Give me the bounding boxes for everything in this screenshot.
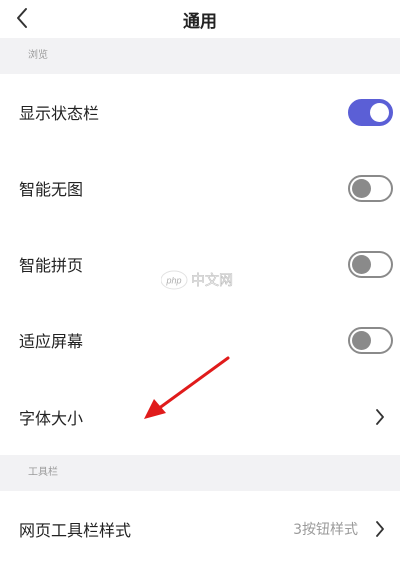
section-header-toolbar: 工具栏 <box>0 455 400 491</box>
annotation-arrow <box>144 356 230 419</box>
toggle-knob <box>352 330 371 350</box>
setting-row-smart-no-image[interactable]: 智能无图 <box>0 150 400 226</box>
toggle-knob <box>352 178 371 198</box>
smart-page-join-toggle[interactable] <box>348 250 393 278</box>
section-header-label: 浏览 <box>28 50 48 61</box>
svg-text:中文网: 中文网 <box>191 273 233 289</box>
php-cn-watermark: php 中文网 <box>160 268 243 292</box>
section-header-label: 工具栏 <box>28 467 58 478</box>
svg-text:php: php <box>165 276 181 286</box>
chevron-right-icon <box>374 519 386 539</box>
setting-label: 显示状态栏 <box>19 104 100 123</box>
setting-row-toolbar-style[interactable]: 网页工具栏样式 3按钮样式 <box>0 491 400 567</box>
setting-label: 智能无图 <box>19 180 84 199</box>
toggle-knob <box>352 254 371 274</box>
setting-label: 网页工具栏样式 <box>19 521 132 540</box>
setting-label: 智能拼页 <box>19 256 84 275</box>
fit-screen-toggle[interactable] <box>348 326 393 354</box>
setting-label: 适应屏幕 <box>19 332 84 351</box>
setting-row-status-bar[interactable]: 显示状态栏 <box>0 74 400 150</box>
page-title: 通用 <box>183 12 217 32</box>
smart-no-image-toggle[interactable] <box>348 174 393 202</box>
toolbar-style-value: 3按钮样式 <box>293 522 358 538</box>
top-nav-bar: 通用 <box>0 0 400 38</box>
setting-label: 字体大小 <box>19 409 84 428</box>
section-header-browse: 浏览 <box>0 38 400 74</box>
status-bar-toggle[interactable] <box>348 98 393 126</box>
toggle-knob <box>370 102 389 122</box>
chevron-right-icon <box>374 407 386 427</box>
